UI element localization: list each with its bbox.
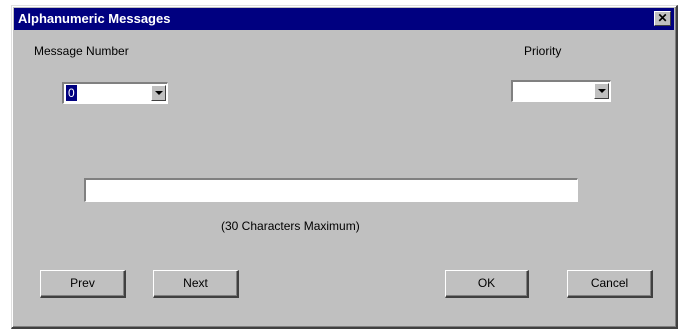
window-title: Alphanumeric Messages (18, 11, 171, 26)
title-bar: Alphanumeric Messages ✕ (14, 8, 674, 30)
close-button[interactable]: ✕ (654, 11, 671, 26)
priority-label: Priority (524, 44, 562, 58)
message-number-label: Message Number (34, 44, 129, 58)
chevron-down-icon[interactable] (151, 85, 166, 101)
priority-dropdown[interactable] (511, 80, 611, 102)
message-number-value: 0 (66, 85, 77, 101)
character-limit-hint: (30 Characters Maximum) (221, 219, 360, 233)
chevron-down-icon[interactable] (594, 83, 609, 99)
message-number-dropdown[interactable]: 0 (62, 82, 168, 104)
cancel-button[interactable]: Cancel (567, 270, 653, 298)
message-text-input[interactable] (84, 178, 578, 202)
close-icon: ✕ (657, 11, 668, 25)
next-button[interactable]: Next (153, 270, 239, 298)
ok-button[interactable]: OK (445, 270, 529, 298)
prev-button[interactable]: Prev (40, 270, 126, 298)
alphanumeric-messages-dialog: Alphanumeric Messages ✕ Message Number 0… (11, 5, 678, 329)
